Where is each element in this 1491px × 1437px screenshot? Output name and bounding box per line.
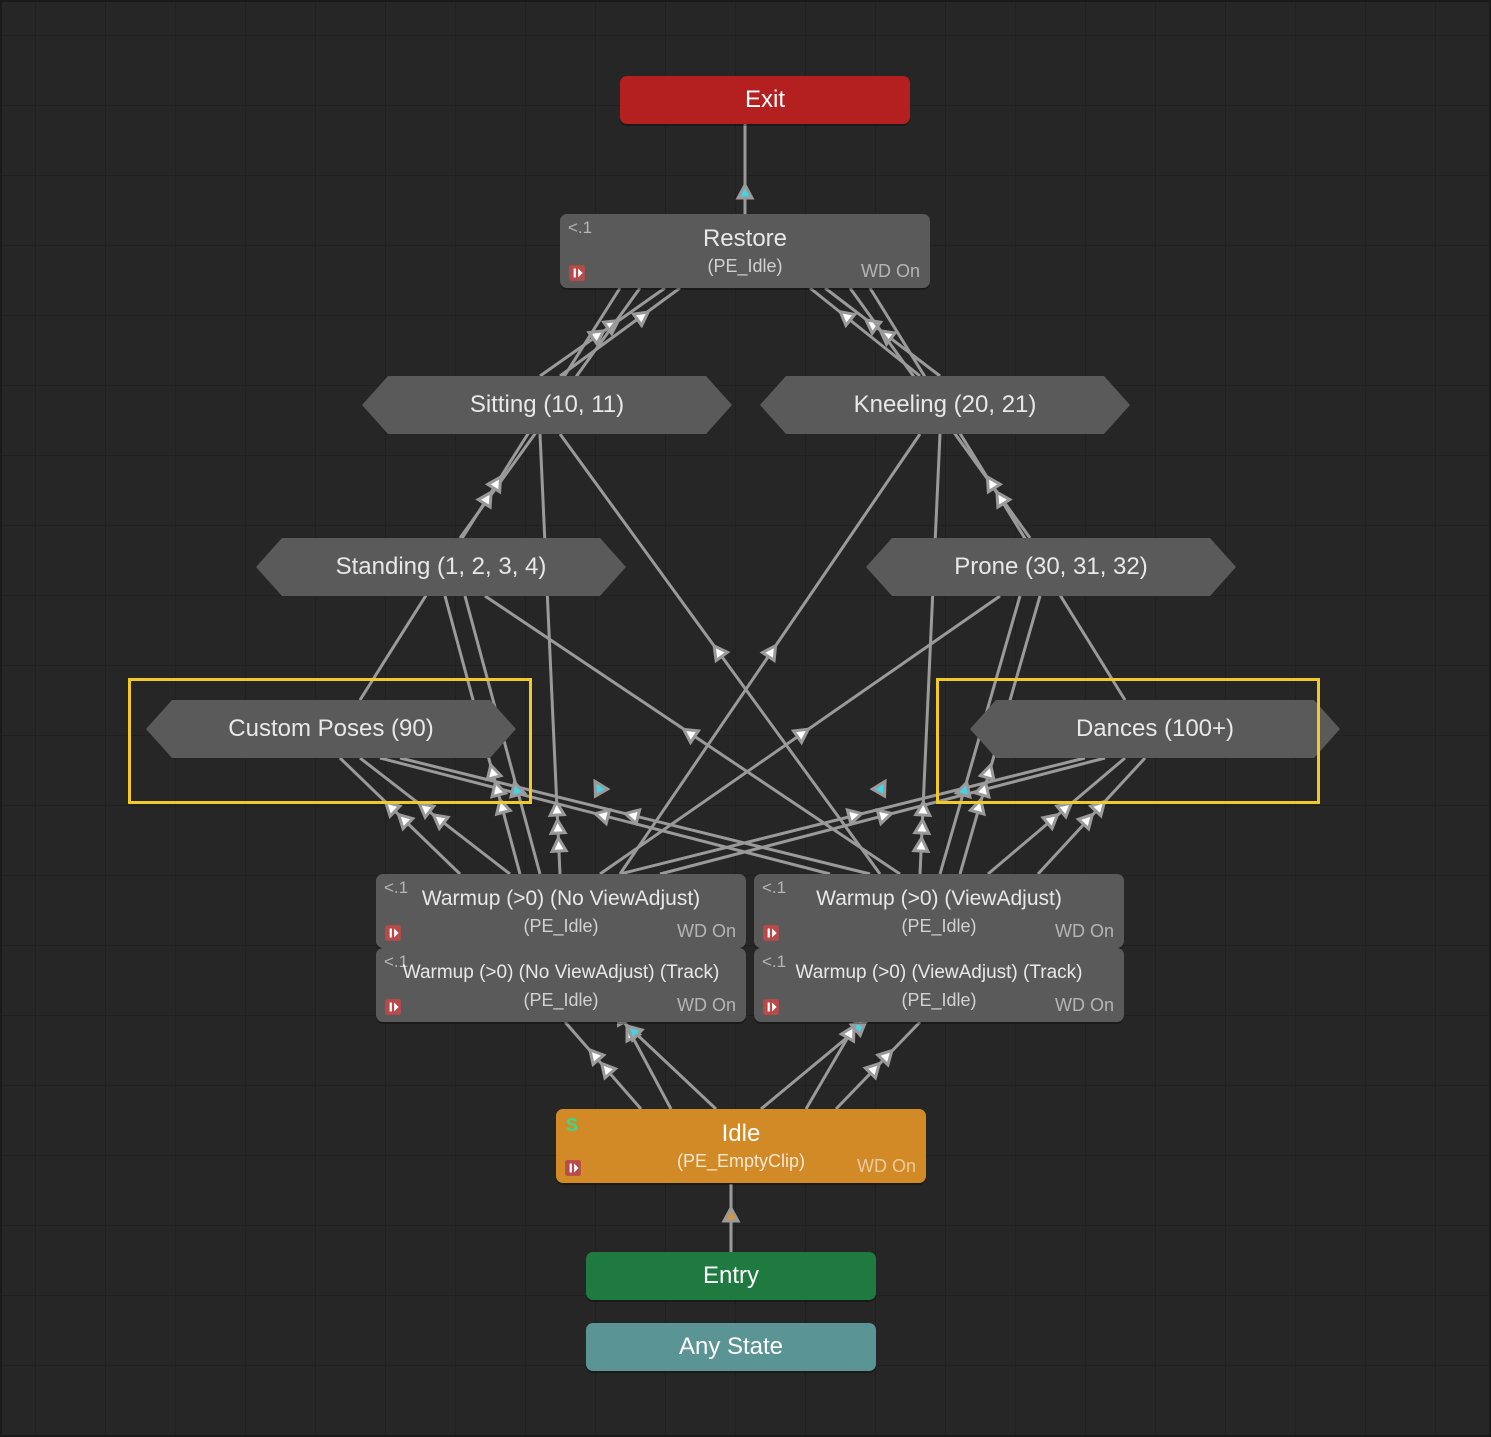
write-defaults-badge: WD On [677, 995, 736, 1016]
substate-custom-poses[interactable]: Custom Poses (90) [146, 700, 516, 758]
state-restore[interactable]: <.1 Restore (PE_Idle) WD On [560, 214, 930, 288]
label: Any State [679, 1333, 783, 1361]
state-warmup-viewadjust-track[interactable]: <.1 Warmup (>0) (ViewAdjust) (Track) (PE… [754, 948, 1124, 1022]
write-defaults-badge: WD On [1055, 921, 1114, 942]
state-entry[interactable]: Entry [586, 1252, 876, 1300]
label: Restore [703, 225, 787, 253]
substate-standing[interactable]: Standing (1, 2, 3, 4) [256, 538, 626, 596]
label: Dances (100+) [1076, 715, 1234, 743]
write-defaults-badge: WD On [677, 921, 736, 942]
label: Warmup (>0) (ViewAdjust) [816, 885, 1062, 913]
motion-icon [384, 924, 402, 942]
state-exit[interactable]: Exit [620, 76, 910, 124]
label: Warmup (>0) (No ViewAdjust) (Track) [403, 959, 720, 987]
motion-label: (PE_Idle) [901, 989, 976, 1011]
motion-label: (PE_Idle) [707, 255, 782, 277]
motion-label: (PE_EmptyClip) [677, 1150, 805, 1172]
label: Entry [703, 1262, 759, 1290]
state-idle-default[interactable]: S Idle (PE_EmptyClip) WD On [556, 1109, 926, 1183]
threshold-badge: <.1 [384, 952, 408, 972]
state-any[interactable]: Any State [586, 1323, 876, 1371]
label: Kneeling (20, 21) [854, 391, 1037, 419]
substate-dances[interactable]: Dances (100+) [970, 700, 1340, 758]
threshold-badge: <.1 [384, 878, 408, 898]
threshold-badge: <.1 [568, 218, 592, 238]
substate-kneeling[interactable]: Kneeling (20, 21) [760, 376, 1130, 434]
motion-icon [564, 1159, 582, 1177]
label: Custom Poses (90) [228, 715, 433, 743]
substate-prone[interactable]: Prone (30, 31, 32) [866, 538, 1236, 596]
label: Exit [745, 86, 785, 114]
motion-icon [568, 264, 586, 282]
motion-icon [384, 998, 402, 1016]
threshold-badge: <.1 [762, 878, 786, 898]
state-warmup-viewadjust[interactable]: <.1 Warmup (>0) (ViewAdjust) (PE_Idle) W… [754, 874, 1124, 948]
write-defaults-badge: WD On [857, 1156, 916, 1177]
sync-badge: S [566, 1115, 578, 1136]
state-warmup-no-viewadjust-track[interactable]: <.1 Warmup (>0) (No ViewAdjust) (Track) … [376, 948, 746, 1022]
motion-icon [762, 924, 780, 942]
motion-label: (PE_Idle) [901, 915, 976, 937]
label: Idle [722, 1120, 761, 1148]
label: Warmup (>0) (No ViewAdjust) [422, 885, 700, 913]
threshold-badge: <.1 [762, 952, 786, 972]
write-defaults-badge: WD On [1055, 995, 1114, 1016]
label: Prone (30, 31, 32) [954, 553, 1147, 581]
label: Standing (1, 2, 3, 4) [336, 553, 547, 581]
state-warmup-no-viewadjust[interactable]: <.1 Warmup (>0) (No ViewAdjust) (PE_Idle… [376, 874, 746, 948]
write-defaults-badge: WD On [861, 261, 920, 282]
motion-icon [762, 998, 780, 1016]
motion-label: (PE_Idle) [523, 989, 598, 1011]
substate-sitting[interactable]: Sitting (10, 11) [362, 376, 732, 434]
label: Warmup (>0) (ViewAdjust) (Track) [796, 959, 1083, 987]
motion-label: (PE_Idle) [523, 915, 598, 937]
label: Sitting (10, 11) [470, 391, 624, 419]
